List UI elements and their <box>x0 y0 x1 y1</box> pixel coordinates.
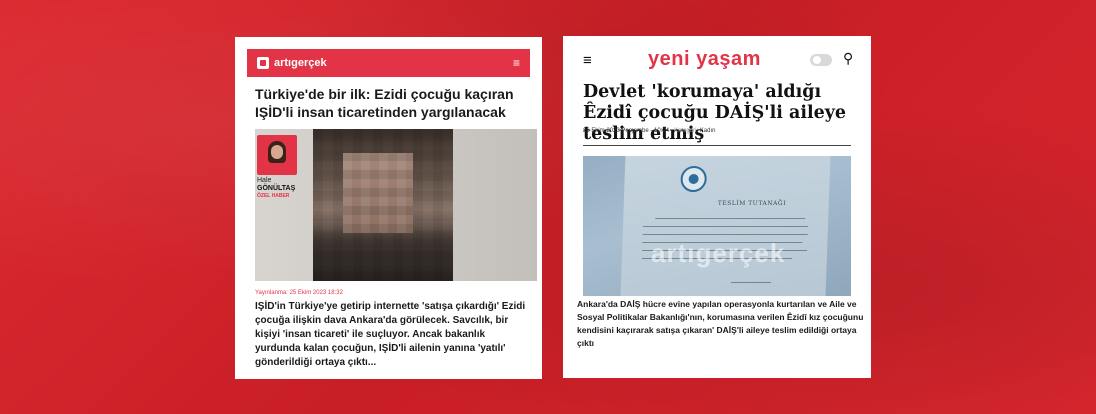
delivery-report-document: TESLİM TUTANAĞI <box>620 156 831 296</box>
search-icon[interactable]: ⚲ <box>843 50 853 67</box>
yeniyasam-article-card: ≡ yeni yaşam ⚲ Devlet 'korumaya' aldığı … <box>563 36 871 378</box>
document-text-line <box>642 234 808 235</box>
artigercek-logo-text: artıgerçek <box>274 57 327 69</box>
author-badge: Hale GÖNÜLTAŞ ÖZEL HABER <box>257 135 297 200</box>
publish-date: 26 Ekim 2023 Perşembe - 10:24 <box>583 128 670 134</box>
menu-icon[interactable]: ≡ <box>513 56 520 70</box>
author-avatar <box>257 135 297 175</box>
article-headline[interactable]: Devlet 'korumaya' aldığı Êzidî çocuğu DA… <box>583 82 865 145</box>
publish-date: Yayınlanma: 25 Ekim 2023 18:32 <box>255 290 343 296</box>
article-headline[interactable]: Türkiye'de bir ilk: Ezidi çocuğu kaçıran… <box>255 85 530 121</box>
article-meta: 26 Ekim 2023 Perşembe - 10:24 Kategori: … <box>583 128 715 134</box>
pixelated-face <box>343 153 413 233</box>
author-first-name: Hale <box>257 177 272 184</box>
document-signature-line <box>731 282 772 283</box>
article-summary: IŞİD'in Türkiye'ye getirip internette 's… <box>255 301 526 368</box>
artigercek-logo-icon <box>257 57 269 69</box>
document-text-line <box>642 226 808 227</box>
category-link[interactable]: Kadın <box>700 128 716 134</box>
article-summary: Ankara'da DAİŞ hücre evine yapılan opera… <box>577 299 864 348</box>
artigercek-logo[interactable]: artıgerçek <box>257 57 327 69</box>
document-text-line <box>655 218 806 219</box>
category-label: Kategori: <box>674 128 699 134</box>
yeniyasam-logo[interactable]: yeni yaşam <box>648 48 761 71</box>
document-photo: TESLİM TUTANAĞI artıgerçek <box>583 156 851 296</box>
author-last-name: GÖNÜLTAŞ <box>257 185 296 192</box>
yeniyasam-header: ≡ yeni yaşam ⚲ <box>563 48 871 72</box>
dark-mode-toggle[interactable] <box>810 54 832 66</box>
artigercek-header: artıgerçek ≡ <box>247 49 530 77</box>
divider <box>583 145 851 146</box>
article-photo: Hale GÖNÜLTAŞ ÖZEL HABER <box>255 129 537 281</box>
pixelated-child-photo <box>313 129 453 281</box>
artigercek-article-card: artıgerçek ≡ Türkiye'de bir ilk: Ezidi ç… <box>235 37 542 379</box>
ministry-emblem-icon <box>680 166 708 192</box>
document-title: TESLİM TUTANAĞI <box>717 200 787 207</box>
artigercek-watermark: artıgerçek <box>651 238 786 268</box>
exclusive-news-tag: ÖZEL HABER <box>257 193 290 199</box>
menu-icon[interactable]: ≡ <box>583 52 592 69</box>
red-paper-background <box>0 0 1096 414</box>
